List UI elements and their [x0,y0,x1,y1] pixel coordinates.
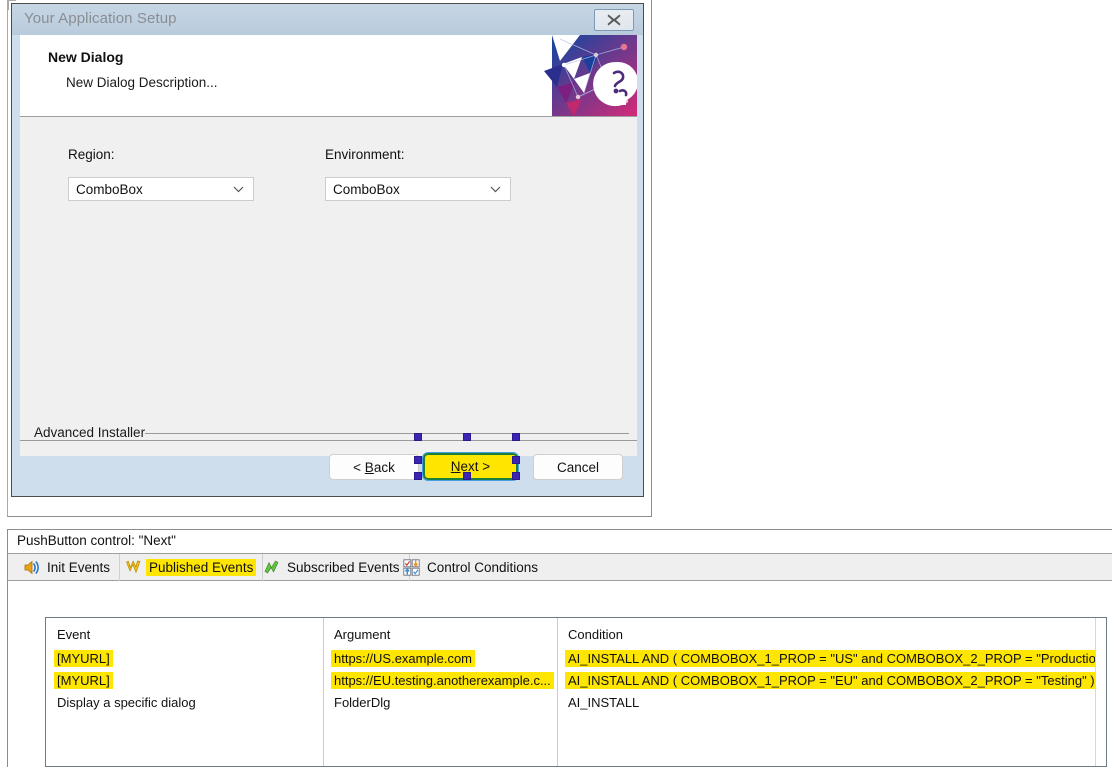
environment-label: Environment: [325,147,405,162]
control-header-bar: PushButton control: "Next" [7,529,1112,553]
banner-subheading: New Dialog Description... [66,75,218,90]
cell-condition: AI_INSTALL AND ( COMBOBOX_1_PROP = "US" … [565,650,1107,667]
tab-init-events[interactable]: Init Events [16,554,120,581]
table-row[interactable]: FolderDlg [334,695,390,710]
resize-handle-sw[interactable] [414,472,422,480]
dialog-title: Your Application Setup [24,10,177,27]
tab-published-events-label: Published Events [146,559,256,576]
banner-artwork [530,35,637,116]
cell-event: [MYURL] [54,672,113,689]
yellow-zigzag-icon [125,559,142,576]
app-root: Your Application Setup New Dialog New Di… [0,0,1112,767]
close-button[interactable] [594,9,634,31]
column-header-event: Event [57,627,90,642]
table-row[interactable]: [MYURL] [57,673,113,688]
table-row[interactable]: AI_INSTALL AND ( COMBOBOX_1_PROP = "US" … [568,651,1107,666]
resize-handle-s[interactable] [463,472,471,480]
dialog-body: Region: ComboBox Environment: ComboBox A… [20,117,637,456]
dialog-banner: New Dialog New Dialog Description... [20,35,637,117]
environment-combobox[interactable]: ComboBox [325,177,511,201]
column-header-argument: Argument [334,627,390,642]
resize-handle-n[interactable] [463,433,471,441]
dialog-titlebar: Your Application Setup [12,4,643,35]
advanced-installer-brand: Advanced Installer [34,425,145,440]
tab-panel-area: Event Argument Condition [MYURL] https:/… [7,581,1112,767]
brand-rule [145,433,629,434]
grid-vertical-scrollbar[interactable] [1095,618,1106,766]
resize-handle-ne[interactable] [512,433,520,441]
cell-event: [MYURL] [54,650,113,667]
tab-control-conditions[interactable]: Control Conditions [396,554,547,581]
cell-argument: https://EU.testing.anotherexample.c... [331,672,554,689]
events-grid[interactable]: Event Argument Condition [MYURL] https:/… [45,617,1107,767]
table-row[interactable]: Display a specific dialog [57,695,196,710]
column-header-condition: Condition [568,627,623,642]
column-divider-1[interactable] [323,618,324,766]
cell-event: Display a specific dialog [57,695,196,710]
resize-handle-nw[interactable] [414,433,422,441]
chevron-down-icon [490,186,501,193]
table-row[interactable]: https://EU.testing.anotherexample.c... [334,673,554,688]
button-separator-rule [20,440,637,441]
table-row[interactable]: [MYURL] [57,651,113,666]
cancel-button-label: Cancel [557,460,599,475]
green-zigzag-icon [263,559,280,576]
back-button-label: < Back [353,460,395,475]
tab-subscribed-events[interactable]: Subscribed Events [256,554,410,581]
tab-init-events-label: Init Events [47,560,110,575]
installer-dialog-preview[interactable]: Your Application Setup New Dialog New Di… [11,3,644,497]
cell-condition: AI_INSTALL AND ( COMBOBOX_1_PROP = "EU" … [565,672,1098,689]
back-button[interactable]: < Back [329,454,419,480]
tab-subscribed-events-label: Subscribed Events [287,560,400,575]
table-row[interactable]: AI_INSTALL AND ( COMBOBOX_1_PROP = "EU" … [568,673,1098,688]
cancel-button[interactable]: Cancel [533,454,623,480]
region-combobox[interactable]: ComboBox [68,177,254,201]
table-row[interactable]: AI_INSTALL [568,695,639,710]
tab-control-conditions-label: Control Conditions [427,560,538,575]
dialog-designer-pane[interactable]: Your Application Setup New Dialog New Di… [7,0,652,517]
resize-handle-se[interactable] [512,472,520,480]
editor-tabstrip: Init Events Published Events Subscribed … [7,553,1112,581]
resize-handle-e[interactable] [512,456,520,464]
region-label: Region: [68,147,115,162]
tab-published-events[interactable]: Published Events [118,554,263,581]
cell-condition: AI_INSTALL [568,695,639,710]
cell-argument: FolderDlg [334,695,390,710]
checkbox-grid-arrows-icon [403,559,420,576]
close-x-icon [606,13,622,27]
region-combobox-value: ComboBox [69,182,143,197]
table-row[interactable]: https://US.example.com [334,651,475,666]
chevron-down-icon [233,186,244,193]
column-divider-2[interactable] [557,618,558,766]
resize-handle-w[interactable] [414,456,422,464]
banner-heading: New Dialog [48,49,123,65]
control-header-label: PushButton control: "Next" [17,533,176,548]
speaker-wave-icon [23,559,40,576]
environment-combobox-value: ComboBox [326,182,400,197]
cell-argument: https://US.example.com [331,650,475,667]
